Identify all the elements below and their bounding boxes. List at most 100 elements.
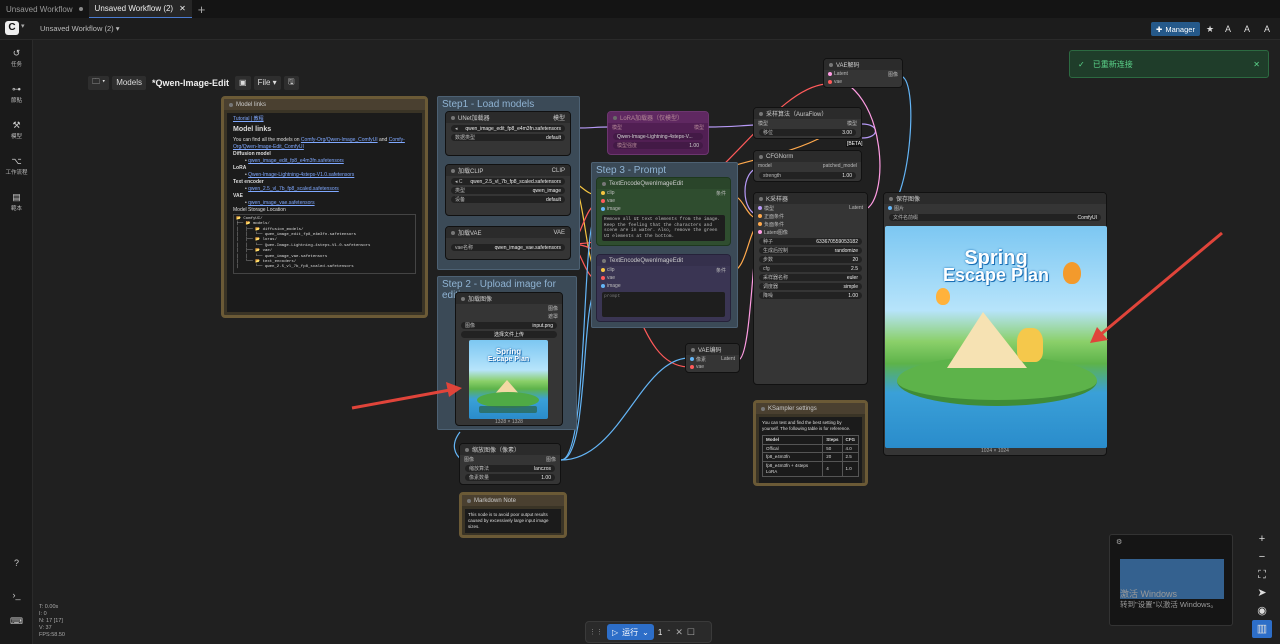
text-encode-negative-node[interactable]: TextEncodeQwenImageEdit clip 条件 vae image… xyxy=(596,254,731,322)
sidebar-item-nodes[interactable]: ⊶ 節點 xyxy=(0,84,33,104)
minimap-settings-icon[interactable]: ⚙ xyxy=(1116,538,1122,546)
tab-unsaved-workflow-2[interactable]: Unsaved Workflow (2) ✕ xyxy=(88,0,192,18)
prompt-textarea[interactable]: prompt xyxy=(602,292,725,317)
file-menu-button[interactable]: File ▾ xyxy=(253,75,281,90)
repo-link[interactable]: Comfy-Org/Qwen-Image_ComfyUI xyxy=(301,137,378,143)
filename-prefix-widget[interactable]: 文件名前缀 ComfyUI xyxy=(889,214,1101,221)
star-icon[interactable]: ★ xyxy=(1203,22,1217,36)
model-file-link[interactable]: qwen_2.5_vl_7b_fp8_scaled.safetensors xyxy=(248,186,339,192)
terminal-icon[interactable]: ›_ xyxy=(0,590,33,600)
run-button[interactable]: ▷ 运行 ⌄ xyxy=(607,624,654,640)
cfg-widget[interactable]: cfg 2.5 xyxy=(759,265,862,272)
megapixels-widget[interactable]: 像素数量 1.00 xyxy=(465,474,555,481)
clip-loader-node[interactable]: 加载CLIP CLIP ◂ Cqwen_2.5_vl_7b_fp8_scaled.… xyxy=(445,164,571,216)
sidebar-item-models[interactable]: ⚒ 模型 xyxy=(0,120,33,140)
map-icon[interactable]: ▥ xyxy=(1252,620,1272,638)
zoom-in-icon[interactable]: + xyxy=(1252,530,1272,548)
clip-name-widget[interactable]: ◂ Cqwen_2.5_vl_7b_fp8_scaled.safetensors xyxy=(451,178,565,185)
pointer-icon[interactable]: ➤ xyxy=(1252,584,1272,602)
model-file-link[interactable]: qwen_image_vae.safetensors xyxy=(248,200,314,206)
sidebar-label: 工作流程 xyxy=(5,170,28,176)
minimap[interactable]: ⚙ xyxy=(1109,534,1233,626)
sidebar-item-workflows[interactable]: ⌥ 工作流程 xyxy=(0,156,33,176)
check-icon: ✓ xyxy=(1078,59,1085,69)
lora-loader-node[interactable]: LoRA加载器（仅模型） 模型 模型 Qwen-Image-Lightning-4… xyxy=(607,111,709,155)
tab-unsaved-workflow[interactable]: Unsaved Workflow xyxy=(0,0,89,18)
unet-loader-node[interactable]: UNet加载器 模型 ◂ qwen_image_edit_fp8_e4m3fn.sa… xyxy=(445,111,571,156)
upload-button[interactable]: 选择文件上传 xyxy=(461,331,557,338)
text-encode-positive-node[interactable]: TextEncodeQwenImageEdit clip 条件 vae image… xyxy=(596,177,731,246)
keyboard-icon[interactable]: ⌨ xyxy=(0,616,33,627)
close-icon[interactable]: ✕ xyxy=(1253,60,1260,69)
cfgnorm-node[interactable]: CFGNorm model patched_model strength 1.00 xyxy=(753,150,862,182)
strength-widget[interactable]: strength 1.00 xyxy=(759,172,856,179)
model-links-node[interactable]: Model links Tutorial | 教程 Model links Yo… xyxy=(221,96,428,318)
denoise-widget[interactable]: 降噪 1.00 xyxy=(759,292,862,299)
chevron-down-icon[interactable]: ⌄ xyxy=(642,628,649,637)
lora-name-widget[interactable]: Qwen-Image-Lightning-4steps-V... xyxy=(613,133,703,140)
help-icon[interactable]: ? xyxy=(0,558,33,568)
vae-encode-node[interactable]: VAE编码 像素 Latent vae xyxy=(685,343,740,373)
model-file-link[interactable]: Qwen-Image-Lightning-4steps-V1.0.safeten… xyxy=(248,172,354,178)
new-tab-icon[interactable]: + xyxy=(192,2,212,17)
prompt-textarea[interactable]: Remove all UI text elements from the ima… xyxy=(602,215,725,241)
dtype-widget[interactable]: 数据类型 default xyxy=(451,134,565,141)
widget-label: strength xyxy=(763,172,782,179)
save-icon[interactable]: 🖫 xyxy=(283,75,299,90)
text-edit-icon[interactable]: A xyxy=(1240,22,1254,36)
cancel-icon[interactable]: ✕ xyxy=(675,627,683,638)
translate-icon[interactable]: A xyxy=(1221,22,1235,36)
tutorial-link[interactable]: Tutorial | 教程 xyxy=(233,116,264,122)
models-button[interactable]: Models xyxy=(112,75,146,90)
scheduler-widget[interactable]: 调度器 simple xyxy=(759,283,862,290)
manager-button[interactable]: ✚ Manager xyxy=(1151,22,1200,36)
lora-strength-widget[interactable]: 模型强度 1.00 xyxy=(613,142,703,149)
fit-view-icon[interactable]: ⛶ xyxy=(1252,566,1272,584)
close-icon[interactable]: ✕ xyxy=(179,4,186,13)
model-file-link[interactable]: qwen_image_edit_fp8_e4m3fn.safetensors xyxy=(248,158,344,164)
widget-value: qwen_image_vae.safetensors xyxy=(494,244,561,251)
workflow-breadcrumb[interactable]: Unsaved Workflow (2) ▾ xyxy=(40,24,120,33)
stepper-icon[interactable]: ⌃ xyxy=(666,629,671,636)
model-sampling-auraflow-node[interactable]: 采样算法（AuraFlow） 模型 模型 移位 3.00 xyxy=(753,107,862,139)
markdown-note-node[interactable]: Markdown Note This node is to avoid poor… xyxy=(459,492,567,538)
device-widget[interactable]: 设备 default xyxy=(451,196,565,203)
steps-widget[interactable]: 步数 20 xyxy=(759,256,862,263)
vae-decode-node[interactable]: VAE解码 Latent 图像 vae xyxy=(823,58,903,88)
settings-icon[interactable]: A xyxy=(1260,22,1274,36)
folder-button[interactable]: 🗀 ▾ xyxy=(88,75,110,90)
stop-icon[interactable]: ☐ xyxy=(687,627,695,638)
node-header: 加载CLIP CLIP xyxy=(446,165,570,176)
image-icon[interactable]: ▣ xyxy=(235,75,251,90)
ksampler-settings-node[interactable]: KSampler settings You can test and find … xyxy=(753,400,868,486)
batch-count-input[interactable]: 1 xyxy=(658,628,662,637)
chevron-down-icon[interactable]: ▾ xyxy=(21,22,25,30)
ksampler-node[interactable]: K采样器 模型 Latent 正面条件 负面条件 Latent图像 种子 63367… xyxy=(753,192,868,385)
sidebar-item-templates[interactable]: ▤ 範本 xyxy=(0,192,33,212)
node-title: 加载图像 xyxy=(468,297,493,303)
and-text: and xyxy=(379,136,388,143)
scale-image-node[interactable]: 缩放图像（像素） 图像 图像 缩放算法 lanczos 像素数量 1.00 xyxy=(459,443,561,485)
drag-handle-icon[interactable]: ⋮⋮ xyxy=(589,628,603,636)
seed-widget[interactable]: 种子 633670559053182 xyxy=(759,238,862,245)
output-label: 模型 xyxy=(552,116,565,122)
sidebar-item-queue[interactable]: ↺ 任务 xyxy=(0,48,33,68)
balloon-shape xyxy=(936,288,950,305)
image-select-widget[interactable]: 图像 input.png xyxy=(461,322,557,329)
wire-model xyxy=(707,124,756,128)
vae-loader-node[interactable]: 加载VAE VAE vae名称 qwen_image_vae.safetensors xyxy=(445,226,571,260)
shift-widget[interactable]: 移位 3.00 xyxy=(759,129,856,136)
zoom-out-icon[interactable]: − xyxy=(1252,548,1272,566)
widget-label: 设备 xyxy=(455,197,466,203)
table-cell: 2.5 xyxy=(841,452,859,463)
vae-name-widget[interactable]: vae名称 qwen_image_vae.safetensors xyxy=(451,244,565,251)
input-image-preview: Spring Escape Plan xyxy=(469,340,548,419)
unet-name-widget[interactable]: ◂ qwen_image_edit_fp8_e4m3fn.safetensors xyxy=(451,125,565,132)
clip-type-widget[interactable]: 类型 qwen_image xyxy=(451,187,565,194)
comfy-logo-icon[interactable]: C xyxy=(5,21,19,35)
upscale-method-widget[interactable]: 缩放算法 lanczos xyxy=(465,465,555,472)
control-after-generate-widget[interactable]: 生成后控制 randomize xyxy=(759,247,862,254)
sampler-name-widget[interactable]: 采样器名称 euler xyxy=(759,274,862,281)
node-header: Model links xyxy=(224,99,425,110)
eye-icon[interactable]: ◉ xyxy=(1252,602,1272,620)
